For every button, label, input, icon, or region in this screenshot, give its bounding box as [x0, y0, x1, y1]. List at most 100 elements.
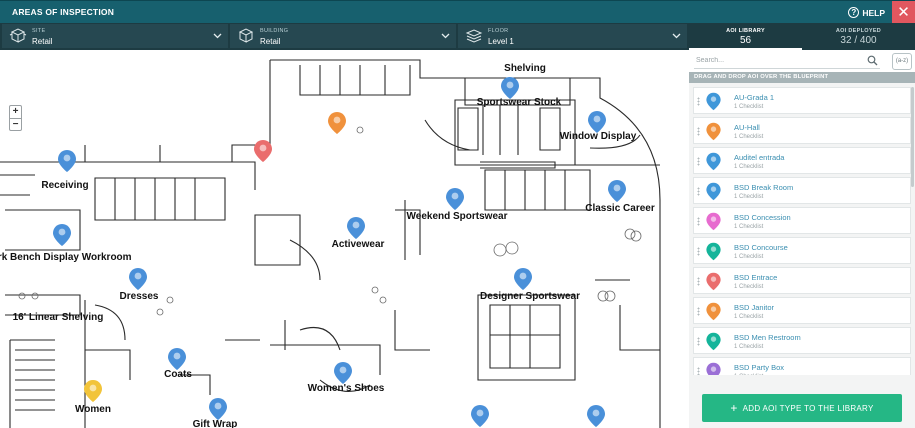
- map-pin-icon: [706, 152, 721, 171]
- map-pin-marker[interactable]: [608, 180, 626, 202]
- map-pin-marker[interactable]: [514, 268, 532, 290]
- blueprint-map[interactable]: Shelving Sportswear Stock Window Display…: [0, 50, 689, 428]
- search-icon[interactable]: [867, 55, 878, 66]
- chevron-down-icon: [441, 33, 450, 39]
- map-pin-icon: [706, 332, 721, 351]
- aoi-name: BSD Break Room: [734, 183, 794, 192]
- map-label-womens-shoes: Women's Shoes: [308, 383, 385, 394]
- list-item[interactable]: AU-Hall 1 Checklist: [693, 117, 911, 144]
- map-pin-marker[interactable]: [168, 348, 186, 370]
- map-label-gift-wrap: Gift Wrap: [193, 419, 238, 428]
- map-pin-marker[interactable]: [501, 77, 519, 99]
- map-pin-marker[interactable]: [588, 111, 606, 133]
- tab-aoi-deployed-count: 32 / 400: [840, 35, 877, 46]
- tab-aoi-library[interactable]: AOI LIBRARY 56: [689, 23, 802, 50]
- layers-icon: [465, 29, 483, 43]
- aoi-checklist-count: 1 Checklist: [734, 194, 764, 200]
- list-item[interactable]: BSD Party Box 1 Checklist: [693, 357, 911, 375]
- floor-value: Level 1: [488, 37, 514, 46]
- map-pin-marker[interactable]: [328, 112, 346, 134]
- map-pin-marker[interactable]: [334, 362, 352, 384]
- chevron-down-icon: [213, 33, 222, 39]
- sort-az-button[interactable]: (a-z): [892, 53, 912, 70]
- list-item[interactable]: BSD Concourse 1 Checklist: [693, 237, 911, 264]
- map-pin-marker[interactable]: [53, 224, 71, 246]
- map-pin-marker[interactable]: [254, 140, 272, 162]
- aoi-checklist-count: 1 Checklist: [734, 134, 764, 140]
- map-label-sportswear-stock: Sportswear Stock: [477, 97, 562, 108]
- map-label-work-bench: Work Bench Display Workroom: [0, 252, 132, 263]
- map-pin-marker[interactable]: [471, 405, 489, 427]
- list-item[interactable]: Auditel entrada 1 Checklist: [693, 147, 911, 174]
- cube-icon: [238, 28, 254, 43]
- list-item[interactable]: BSD Janitor 1 Checklist: [693, 297, 911, 324]
- drag-handle-icon[interactable]: [697, 97, 700, 106]
- map-pin-icon: [706, 92, 721, 111]
- aoi-list: AU-Grada 11 Checklist AU-Hall 1 Checklist A…: [693, 87, 911, 375]
- site-value: Retail: [32, 37, 53, 46]
- aoi-name: BSD Men Restroom: [734, 333, 801, 342]
- floor-plan: Shelving Sportswear Stock Window Display…: [0, 59, 661, 428]
- zoom-out-button[interactable]: −: [10, 118, 21, 130]
- add-aoi-type-label: ADD AOI TYPE TO THE LIBRARY: [742, 404, 874, 413]
- map-pin-marker[interactable]: [84, 380, 102, 402]
- drag-handle-icon[interactable]: [697, 217, 700, 226]
- aoi-checklist-count: 1 Checklist: [734, 254, 764, 260]
- tab-aoi-deployed[interactable]: AOI DEPLOYED 32 / 400: [802, 23, 915, 50]
- aoi-checklist-count: 1 Checklist: [734, 314, 764, 320]
- floor-selector[interactable]: FLOOR Level 1: [458, 24, 687, 48]
- drag-handle-icon[interactable]: [697, 277, 700, 286]
- window-title: AREAS OF INSPECTION: [12, 7, 115, 17]
- building-label: BUILDING: [260, 28, 289, 34]
- list-item[interactable]: BSD Men Restroom 1 Checklist: [693, 327, 911, 354]
- location-selector-bar: SITE Retail BUILDING Retail FLOOR Level …: [0, 23, 689, 50]
- map-pin-marker[interactable]: [209, 398, 227, 420]
- list-item[interactable]: BSD Break Room 1 Checklist: [693, 177, 911, 204]
- list-item[interactable]: BSD Concession 1 Checklist: [693, 207, 911, 234]
- drag-handle-icon[interactable]: [697, 367, 700, 375]
- cube-stack-icon: [9, 28, 27, 43]
- search-row: (a-z): [689, 50, 915, 72]
- aoi-checklist-count: 1 Checklist: [734, 104, 764, 110]
- search-input[interactable]: [694, 53, 880, 69]
- map-pin-icon: [706, 272, 721, 291]
- aoi-sidebar: AOI LIBRARY 56 AOI DEPLOYED 32 / 400 (a-…: [689, 23, 915, 428]
- drag-handle-icon[interactable]: [697, 247, 700, 256]
- map-pin-icon: [706, 302, 721, 321]
- aoi-checklist-count: 1 Checklist: [734, 284, 764, 290]
- map-pin-icon: [706, 362, 721, 375]
- tab-aoi-deployed-label: AOI DEPLOYED: [835, 28, 882, 34]
- plus-icon: +: [730, 401, 738, 415]
- map-label-classic-career: Classic Career: [585, 203, 655, 214]
- map-pin-icon: [706, 242, 721, 261]
- drag-handle-icon[interactable]: [697, 157, 700, 166]
- building-value: Retail: [260, 37, 281, 46]
- map-pin-icon: [706, 122, 721, 141]
- map-pin-marker[interactable]: [347, 217, 365, 239]
- close-button[interactable]: ✕: [892, 1, 915, 24]
- site-selector[interactable]: SITE Retail: [2, 24, 228, 48]
- aoi-name: BSD Concession: [734, 213, 791, 222]
- building-selector[interactable]: BUILDING Retail: [230, 24, 456, 48]
- help-label: HELP: [862, 7, 885, 18]
- add-aoi-type-button[interactable]: + ADD AOI TYPE TO THE LIBRARY: [702, 394, 902, 422]
- drag-handle-icon[interactable]: [697, 307, 700, 316]
- aoi-name: AU-Grada 1: [734, 93, 775, 102]
- drag-drop-hint: DRAG AND DROP AOI OVER THE BLUEPRINT: [689, 72, 915, 83]
- drag-handle-icon[interactable]: [697, 337, 700, 346]
- zoom-in-button[interactable]: +: [10, 106, 21, 118]
- map-pin-marker[interactable]: [446, 188, 464, 210]
- aoi-checklist-count: 1 Checklist: [734, 374, 763, 375]
- list-scrollbar[interactable]: [911, 87, 914, 187]
- aoi-checklist-count: 1 Checklist: [734, 344, 764, 350]
- drag-handle-icon[interactable]: [697, 127, 700, 136]
- list-item[interactable]: AU-Grada 1 1 Checklist: [693, 87, 911, 114]
- list-item[interactable]: BSD Entrace 1 Checklist: [693, 267, 911, 294]
- map-label-women: Women: [75, 404, 111, 415]
- map-pin-marker[interactable]: [58, 150, 76, 172]
- drag-handle-icon[interactable]: [697, 187, 700, 196]
- map-pin-marker[interactable]: [129, 268, 147, 290]
- site-label: SITE: [32, 28, 46, 34]
- map-pin-marker[interactable]: [587, 405, 605, 427]
- help-button[interactable]: ? HELP: [848, 5, 885, 20]
